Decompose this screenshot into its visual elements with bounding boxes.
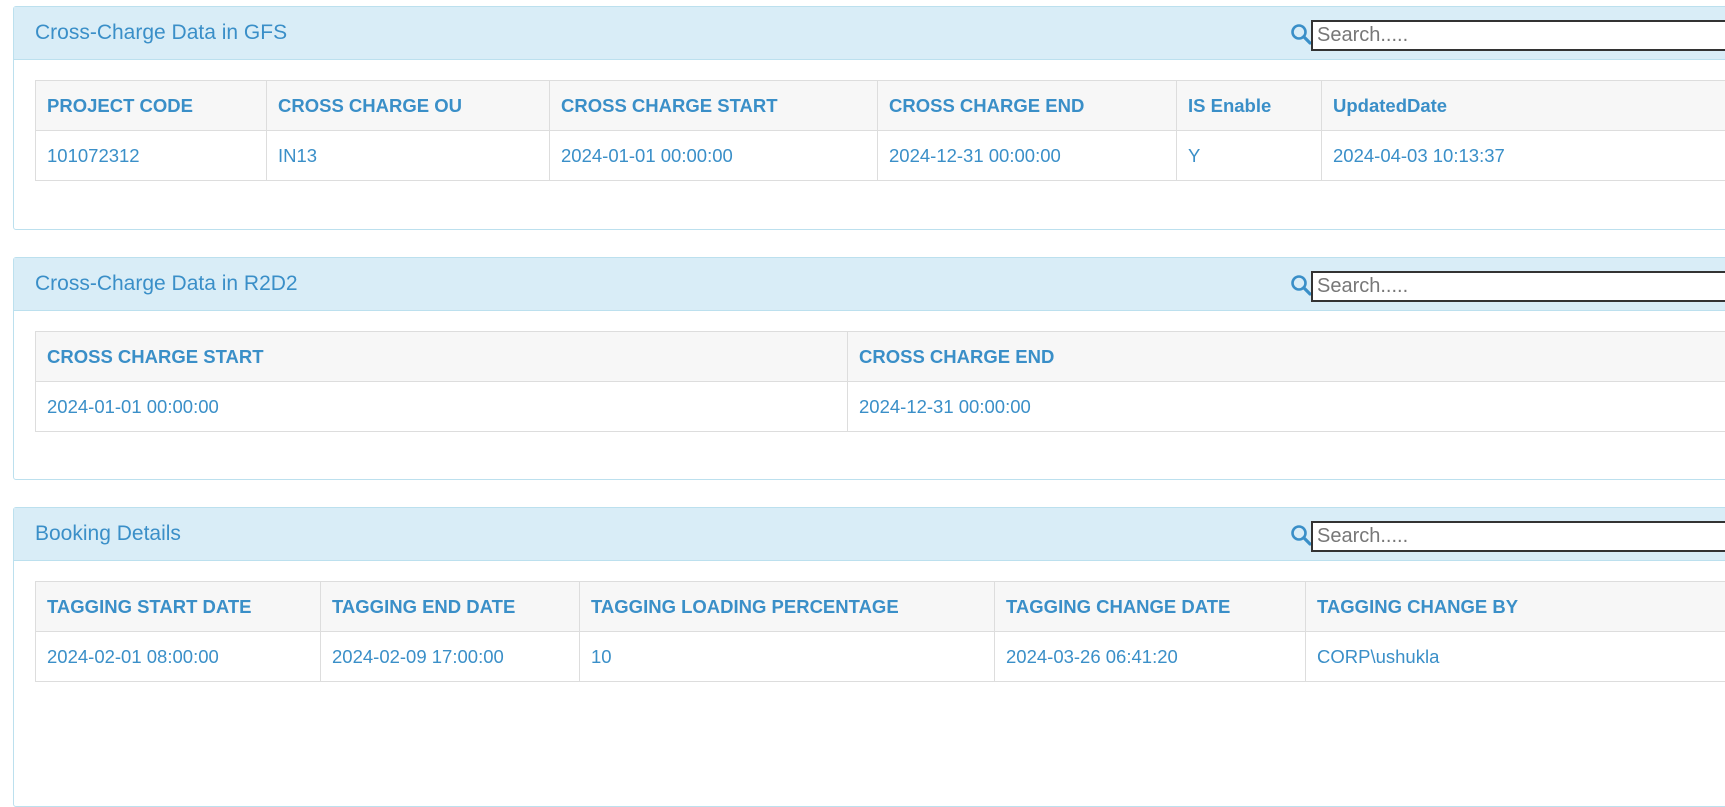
r2d2-table: CROSS CHARGE START CROSS CHARGE END 2024… [35, 331, 1725, 432]
r2d2-panel-title: Cross-Charge Data in R2D2 [35, 271, 298, 297]
column-header-cross-charge-end[interactable]: CROSS CHARGE END [848, 332, 1725, 382]
gfs-search-input[interactable] [1311, 20, 1725, 51]
r2d2-panel-heading: Cross-Charge Data in R2D2 [14, 258, 1725, 311]
table-row: 2024-02-01 08:00:00 2024-02-09 17:00:00 … [36, 632, 1725, 682]
column-header-tagging-start-date[interactable]: TAGGING START DATE [36, 582, 321, 632]
booking-search-input[interactable] [1311, 521, 1725, 552]
cell-tagging-start-date: 2024-02-01 08:00:00 [36, 632, 321, 682]
gfs-panel-title: Cross-Charge Data in GFS [35, 20, 287, 46]
column-header-tagging-change-by[interactable]: TAGGING CHANGE BY [1306, 582, 1725, 632]
column-header-tagging-change-date[interactable]: TAGGING CHANGE DATE [995, 582, 1306, 632]
table-header-row: TAGGING START DATE TAGGING END DATE TAGG… [36, 582, 1725, 632]
table-row: 2024-01-01 00:00:00 2024-12-31 00:00:00 [36, 382, 1725, 432]
booking-details-panel: Booking Details TAGGING START DATE TAGGI… [13, 507, 1725, 807]
column-header-is-enable[interactable]: IS Enable [1177, 81, 1322, 131]
cell-project-code: 101072312 [36, 131, 267, 181]
table-header-row: CROSS CHARGE START CROSS CHARGE END [36, 332, 1725, 382]
table-header-row: PROJECT CODE CROSS CHARGE OU CROSS CHARG… [36, 81, 1725, 131]
booking-panel-heading: Booking Details [14, 508, 1725, 561]
gfs-panel-heading: Cross-Charge Data in GFS [14, 7, 1725, 60]
cell-tagging-end-date: 2024-02-09 17:00:00 [321, 632, 580, 682]
cell-tagging-change-date: 2024-03-26 06:41:20 [995, 632, 1306, 682]
table-row: 101072312 IN13 2024-01-01 00:00:00 2024-… [36, 131, 1725, 181]
cell-tagging-change-by: CORP\ushukla [1306, 632, 1725, 682]
booking-panel-title: Booking Details [35, 521, 181, 547]
cell-updated-date: 2024-04-03 10:13:37 [1322, 131, 1725, 181]
cell-tagging-loading-percentage: 10 [580, 632, 995, 682]
gfs-panel: Cross-Charge Data in GFS PROJECT CODE CR… [13, 6, 1725, 230]
search-icon[interactable] [1290, 23, 1312, 45]
cell-cross-charge-start: 2024-01-01 00:00:00 [550, 131, 878, 181]
r2d2-search-input[interactable] [1311, 271, 1725, 302]
column-header-cross-charge-ou[interactable]: CROSS CHARGE OU [267, 81, 550, 131]
column-header-tagging-end-date[interactable]: TAGGING END DATE [321, 582, 580, 632]
r2d2-panel: Cross-Charge Data in R2D2 CROSS CHARGE S… [13, 257, 1725, 480]
cell-cross-charge-end: 2024-12-31 00:00:00 [878, 131, 1177, 181]
search-icon[interactable] [1290, 274, 1312, 296]
column-header-cross-charge-start[interactable]: CROSS CHARGE START [36, 332, 848, 382]
column-header-tagging-loading-percentage[interactable]: TAGGING LOADING PERCENTAGE [580, 582, 995, 632]
column-header-cross-charge-end[interactable]: CROSS CHARGE END [878, 81, 1177, 131]
cell-cross-charge-start: 2024-01-01 00:00:00 [36, 382, 848, 432]
cell-cross-charge-ou: IN13 [267, 131, 550, 181]
gfs-table: PROJECT CODE CROSS CHARGE OU CROSS CHARG… [35, 80, 1725, 181]
cell-cross-charge-end: 2024-12-31 00:00:00 [848, 382, 1725, 432]
column-header-cross-charge-start[interactable]: CROSS CHARGE START [550, 81, 878, 131]
booking-table: TAGGING START DATE TAGGING END DATE TAGG… [35, 581, 1725, 682]
column-header-updated-date[interactable]: UpdatedDate [1322, 81, 1725, 131]
search-icon[interactable] [1290, 524, 1312, 546]
cell-is-enable: Y [1177, 131, 1322, 181]
column-header-project-code[interactable]: PROJECT CODE [36, 81, 267, 131]
